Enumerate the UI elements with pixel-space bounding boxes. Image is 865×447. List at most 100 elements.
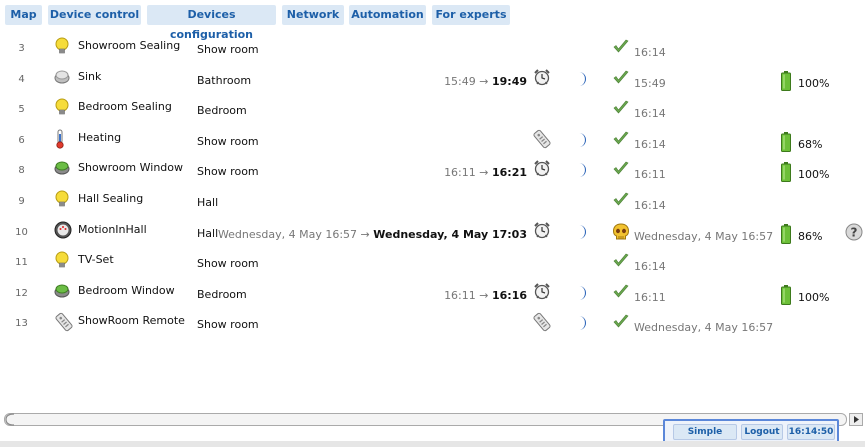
- device-name[interactable]: ShowRoom Remote: [78, 309, 185, 340]
- device-row[interactable]: 9 Hall Sealing Hall 16:14: [0, 187, 865, 218]
- battery-level: 68%: [798, 137, 823, 151]
- timer-interval: 16:11 → 16:21: [444, 156, 527, 187]
- moon-icon[interactable]: [575, 65, 589, 96]
- tab-network[interactable]: Network: [282, 5, 344, 25]
- window-sensor-icon: [54, 279, 72, 310]
- device-name[interactable]: Heating: [78, 126, 121, 157]
- device-id: 3: [18, 43, 25, 54]
- tab-for-experts[interactable]: For experts: [432, 5, 510, 25]
- device-row[interactable]: 5 Bedroom Sealing Bedroom 16:14: [0, 95, 865, 126]
- logout-button[interactable]: Logout: [741, 424, 783, 440]
- simple-mode-button[interactable]: Simple mode: [673, 424, 737, 447]
- device-row[interactable]: 8 Showroom Window Show room 16:11 → 16:21 16…: [0, 156, 865, 187]
- scroll-right-button[interactable]: [849, 413, 863, 426]
- bulb-icon: [54, 187, 72, 218]
- device-row[interactable]: 12 Bedroom Window Bedroom 16:11 → 16:16 16:1…: [0, 279, 865, 310]
- moon-icon[interactable]: [575, 218, 589, 249]
- tab-map[interactable]: Map: [5, 5, 42, 25]
- status-strip: [0, 441, 865, 447]
- alarm-clock-icon[interactable]: [532, 218, 550, 249]
- status-time: 16:11: [634, 290, 666, 304]
- check-icon: [612, 156, 630, 187]
- alarm-clock-icon[interactable]: [532, 279, 550, 310]
- device-room: Hall: [197, 196, 219, 209]
- device-row[interactable]: 6 Heating Show room 16:14 68%: [0, 126, 865, 157]
- device-room: Show room: [197, 43, 259, 56]
- device-row[interactable]: 3 Showroom Sealing Show room 16:14: [0, 34, 865, 65]
- device-id: 5: [18, 104, 25, 116]
- window-sensor-icon: [54, 156, 72, 187]
- scroll-left-cap-icon[interactable]: [4, 413, 16, 426]
- timer-to: 16:21: [491, 166, 527, 180]
- help-icon[interactable]: ?: [845, 218, 863, 249]
- device-row[interactable]: 11 TV-Set Show room 16:14: [0, 248, 865, 279]
- timer-to: 16:16: [491, 288, 527, 302]
- status-time: 16:14: [634, 137, 666, 151]
- device-id: 11: [15, 257, 28, 269]
- device-id: 6: [18, 134, 25, 146]
- bulb-icon: [54, 95, 72, 126]
- device-name[interactable]: Bedroom Sealing: [78, 95, 172, 126]
- skull-icon: [612, 218, 630, 249]
- battery-level: 86%: [798, 229, 823, 243]
- device-name[interactable]: Showroom Sealing: [78, 34, 180, 65]
- check-icon: [612, 95, 630, 126]
- timer-interval: 16:11 → 16:16: [444, 279, 527, 310]
- footer-panel: Simple mode Logout 16:14:50: [663, 419, 839, 447]
- timer-interval: 15:49 → 19:49: [444, 65, 527, 96]
- tab-automation[interactable]: Automation: [349, 5, 426, 25]
- arrow-right-icon: [854, 416, 859, 423]
- device-name[interactable]: Showroom Window: [78, 156, 183, 187]
- device-name[interactable]: TV-Set: [78, 248, 114, 279]
- moon-icon[interactable]: [575, 279, 589, 310]
- remote-icon[interactable]: [532, 309, 551, 340]
- battery-icon: [781, 156, 791, 187]
- check-icon: [612, 187, 630, 218]
- alarm-clock-icon[interactable]: [532, 156, 550, 187]
- clock-button[interactable]: 16:14:50: [787, 424, 835, 440]
- device-room: Show room: [197, 257, 259, 271]
- device-id: 13: [15, 318, 28, 330]
- device-id: 12: [15, 287, 28, 299]
- status-time: 16:14: [634, 260, 666, 274]
- bulb-icon: [54, 34, 72, 65]
- device-name[interactable]: Sink: [78, 65, 101, 96]
- status-time: 16:14: [634, 46, 666, 59]
- device-id: 10: [15, 226, 28, 238]
- device-room: Show room: [197, 165, 259, 179]
- alarm-clock-icon[interactable]: [532, 65, 550, 96]
- tab-devices-configuration[interactable]: Devices configuration: [147, 5, 276, 41]
- timer-from: 15:49 →: [444, 74, 492, 88]
- device-row[interactable]: 13 ShowRoom Remote Show room Wednesday, 4 M…: [0, 309, 865, 340]
- device-id: 8: [18, 165, 25, 177]
- status-time: Wednesday, 4 May 16:57: [634, 321, 774, 335]
- thermometer-icon: [54, 126, 72, 157]
- device-name[interactable]: Bedroom Window: [78, 279, 175, 310]
- check-icon: [612, 34, 630, 65]
- moon-icon[interactable]: [575, 126, 589, 157]
- device-name[interactable]: MotionInHall: [78, 218, 147, 249]
- timer-from: 16:11 →: [444, 166, 492, 180]
- remote-icon[interactable]: [532, 126, 551, 157]
- moon-icon[interactable]: [575, 309, 589, 340]
- device-room: Show room: [197, 318, 259, 332]
- device-row[interactable]: 10 MotionInHall Hall Wednesday, 4 May 16:57…: [0, 218, 865, 249]
- device-row[interactable]: 4 Sink Bathroom 15:49 → 19:49 15:49 100%: [0, 65, 865, 96]
- device-name[interactable]: Hall Sealing: [78, 187, 143, 218]
- battery-icon: [781, 126, 791, 157]
- device-id: 9: [18, 196, 25, 207]
- bulb-icon: [54, 248, 72, 279]
- timer-from: 16:11 →: [444, 288, 492, 302]
- moon-icon[interactable]: [575, 156, 589, 187]
- check-icon: [612, 309, 630, 340]
- tab-device-control[interactable]: Device control: [48, 5, 141, 25]
- sink-sensor-icon: [54, 65, 72, 96]
- battery-icon: [781, 65, 791, 96]
- timer-interval: Wednesday, 4 May 16:57 → Wednesday, 4 Ma…: [218, 218, 527, 249]
- battery-icon: [781, 279, 791, 310]
- status-time: 15:49: [634, 76, 666, 90]
- device-room: Hall: [197, 226, 219, 240]
- status-time: 16:14: [634, 199, 666, 212]
- battery-level: 100%: [798, 290, 830, 304]
- check-icon: [612, 248, 630, 279]
